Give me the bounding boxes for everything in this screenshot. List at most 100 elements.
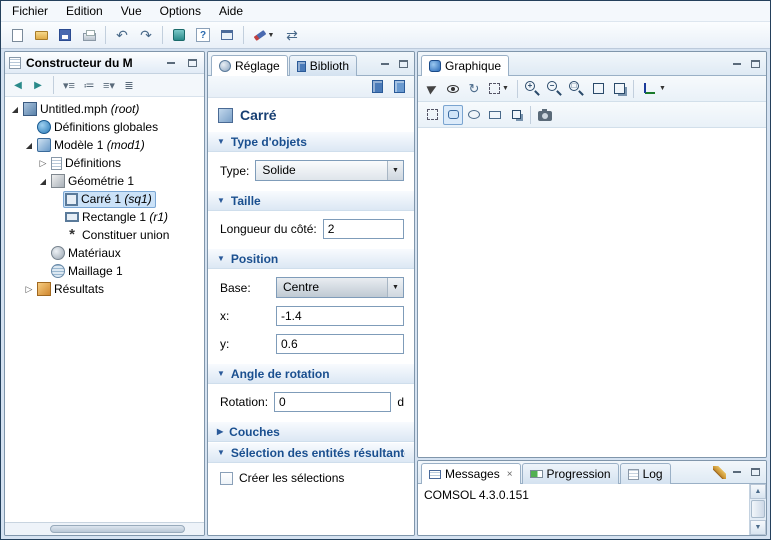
maximize-panel-button[interactable] <box>184 56 200 70</box>
deselect-button[interactable] <box>422 79 442 99</box>
tree-item-results[interactable]: ▷ Résultats <box>7 280 202 298</box>
tab-bibliotheque[interactable]: Biblioth <box>288 55 358 76</box>
zoom-out-button[interactable]: − <box>544 79 565 99</box>
create-selections-row[interactable]: Créer les sélections <box>220 471 404 485</box>
tree-item-mesh1[interactable]: Maillage 1 <box>7 262 202 280</box>
select-box-button[interactable] <box>422 105 442 125</box>
minimize-panel-button[interactable] <box>729 57 745 71</box>
section-header-type[interactable]: ▼ Type d'objets <box>208 131 414 152</box>
help-button[interactable]: ? <box>192 24 214 46</box>
scroll-up-arrow[interactable]: ▲ <box>750 484 766 499</box>
tree-item-union[interactable]: * Constituer union <box>7 226 202 244</box>
tree-item-root[interactable]: ◢ Untitled.mph (root) <box>7 100 202 118</box>
collapse-arrow-icon[interactable]: ▷ <box>37 158 49 169</box>
back-arrow-icon[interactable]: ◀ <box>10 80 26 91</box>
tab-graphique[interactable]: Graphique <box>421 55 510 76</box>
minimize-panel-button[interactable] <box>377 57 393 71</box>
measure-button[interactable]: ⇄ <box>281 24 303 46</box>
zoom-extents-button[interactable] <box>588 79 608 99</box>
expand-arrow-icon[interactable]: ◢ <box>37 177 49 186</box>
tree-item-carre1[interactable]: Carré 1 (sq1) <box>7 190 202 208</box>
clear-log-button[interactable] <box>711 465 727 479</box>
print-button[interactable] <box>78 24 100 46</box>
section-header-couches[interactable]: ▶ Couches <box>208 421 414 442</box>
image-snapshot-button[interactable]: ▼ <box>485 79 513 99</box>
maximize-panel-button[interactable] <box>747 465 763 479</box>
zoom-in-button[interactable]: + <box>522 79 543 99</box>
view-orientation-button[interactable]: ▼ <box>638 79 670 99</box>
refresh-plot-button[interactable]: ↻ <box>464 79 484 99</box>
expand-all-icon[interactable]: ≡▾ <box>101 79 117 92</box>
graphics-canvas[interactable] <box>418 128 766 457</box>
forward-arrow-icon[interactable]: ▶ <box>30 80 46 91</box>
select-rectangle-button[interactable] <box>485 105 505 125</box>
build-update-button[interactable] <box>168 24 190 46</box>
minimize-panel-button[interactable] <box>729 465 745 479</box>
scrollbar-thumb[interactable] <box>50 525 185 533</box>
select-ellipse-button[interactable] <box>464 105 484 125</box>
menu-options[interactable]: Options <box>151 2 210 20</box>
messages-panel: Messages × Progression Log COMSOL 4.3.0.… <box>417 460 767 536</box>
format-paint-button[interactable]: ▼ <box>249 24 279 46</box>
collapse-arrow-icon[interactable]: ▷ <box>23 284 35 295</box>
select-rounded-icon <box>447 110 459 119</box>
tab-log[interactable]: Log <box>619 463 671 484</box>
tree-item-rectangle1[interactable]: Rectangle 1 (r1) <box>7 208 202 226</box>
collapse-all-icon[interactable]: ≔ <box>81 79 97 92</box>
tree-item-geometry1[interactable]: ◢ Géométrie 1 <box>7 172 202 190</box>
select-adjacent-button[interactable] <box>506 105 526 125</box>
tree-item-materials[interactable]: Matériaux <box>7 244 202 262</box>
expand-arrow-icon[interactable]: ◢ <box>9 105 21 114</box>
scrollbar-track[interactable] <box>750 499 766 520</box>
snapshot-button[interactable] <box>535 105 555 125</box>
expand-arrow-icon[interactable]: ◢ <box>23 141 35 150</box>
undo-button[interactable]: ↶ <box>111 24 133 46</box>
tree-item-definitions[interactable]: ▷ Définitions <box>7 154 202 172</box>
x-input[interactable] <box>276 306 404 326</box>
menu-aide[interactable]: Aide <box>210 2 252 20</box>
section-header-position[interactable]: ▼ Position <box>208 248 414 269</box>
tab-reglage[interactable]: Réglage <box>211 55 288 76</box>
type-select[interactable]: Solide ▼ <box>255 160 404 181</box>
zoom-box-button[interactable]: □ <box>566 79 587 99</box>
sort-icon[interactable]: ≣ <box>121 79 137 92</box>
menu-vue[interactable]: Vue <box>112 2 151 20</box>
menu-fichier[interactable]: Fichier <box>3 2 57 20</box>
new-file-button[interactable] <box>6 24 28 46</box>
visibility-button[interactable] <box>443 79 463 99</box>
tab-label: Réglage <box>235 59 280 73</box>
save-button[interactable] <box>54 24 76 46</box>
minimize-panel-button[interactable] <box>163 56 179 70</box>
comsol-window: Fichier Edition Vue Options Aide ↶ ↷ ? ▼… <box>0 0 771 540</box>
side-length-input[interactable] <box>322 219 404 239</box>
tab-progression[interactable]: Progression <box>521 463 619 484</box>
vertical-scrollbar[interactable]: ▲ ▼ <box>749 484 766 535</box>
model-library-button[interactable] <box>390 78 408 96</box>
chevron-down-icon: ▼ <box>217 137 225 146</box>
section-header-selection[interactable]: ▼ Sélection des entités résultante <box>208 442 414 463</box>
redo-button[interactable]: ↷ <box>135 24 157 46</box>
tree-item-model1[interactable]: ◢ Modèle 1 (mod1) <box>7 136 202 154</box>
close-icon[interactable]: × <box>507 469 513 480</box>
window-layout-button[interactable] <box>216 24 238 46</box>
select-rounded-button[interactable] <box>443 104 463 125</box>
zoom-selected-button[interactable] <box>609 79 629 99</box>
maximize-panel-button[interactable] <box>747 57 763 71</box>
horizontal-scrollbar[interactable] <box>5 522 204 535</box>
checkbox-label: Créer les sélections <box>239 471 345 485</box>
base-select[interactable]: Centre ▼ <box>276 277 404 298</box>
y-input[interactable] <box>276 334 404 354</box>
maximize-panel-button[interactable] <box>395 57 411 71</box>
section-header-rotation[interactable]: ▼ Angle de rotation <box>208 363 414 384</box>
menu-edition[interactable]: Edition <box>57 2 112 20</box>
show-menu-icon[interactable]: ▾≡ <box>61 79 77 92</box>
open-file-button[interactable] <box>30 24 52 46</box>
scroll-down-arrow[interactable]: ▼ <box>750 520 766 535</box>
rotation-input[interactable] <box>274 392 392 412</box>
tree-item-global-definitions[interactable]: Définitions globales <box>7 118 202 136</box>
checkbox-icon[interactable] <box>220 471 233 485</box>
tab-messages[interactable]: Messages × <box>421 463 521 484</box>
scrollbar-thumb[interactable] <box>751 500 765 518</box>
material-browser-button[interactable] <box>368 78 386 96</box>
section-header-taille[interactable]: ▼ Taille <box>208 190 414 211</box>
